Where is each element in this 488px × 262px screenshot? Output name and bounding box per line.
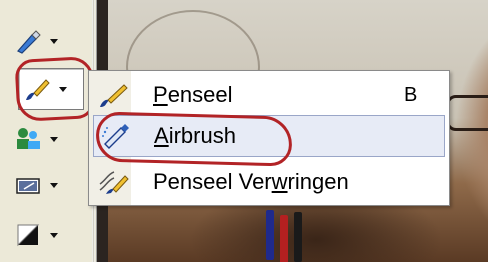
clone-stamp-tool-button[interactable]	[14, 122, 70, 156]
photo-pen	[280, 215, 288, 262]
chevron-down-icon[interactable]	[50, 232, 58, 238]
photo-pen	[294, 212, 302, 262]
menu-item-label: Penseel	[153, 82, 233, 107]
brush-icon	[100, 84, 128, 107]
photo-glasses	[446, 95, 488, 131]
annotation-circle	[95, 111, 293, 167]
eraser-icon	[16, 178, 40, 194]
menu-item-label: Penseel Verwringen	[153, 169, 349, 194]
app-window: Penseel B Airbrush Penseel Verwringen	[0, 0, 488, 262]
fill-tool-button[interactable]	[14, 218, 70, 252]
menu-item-shortcut: B	[404, 83, 418, 106]
chevron-down-icon[interactable]	[50, 38, 58, 44]
chevron-down-icon[interactable]	[50, 136, 58, 142]
menu-item-penseel-verwringen[interactable]: Penseel Verwringen	[89, 161, 449, 203]
fill-icon	[17, 224, 40, 247]
tools-toolbar	[0, 0, 97, 262]
annotation-circle	[14, 56, 96, 122]
menu-item-penseel[interactable]: Penseel B	[89, 74, 449, 116]
chevron-down-icon[interactable]	[50, 182, 58, 188]
pen-tool-button[interactable]	[14, 24, 70, 58]
eraser-tool-button[interactable]	[14, 168, 70, 202]
warp-brush-icon	[99, 171, 129, 194]
pen-icon	[17, 30, 41, 54]
photo-pen	[266, 210, 274, 260]
clone-stamp-icon	[17, 128, 40, 149]
